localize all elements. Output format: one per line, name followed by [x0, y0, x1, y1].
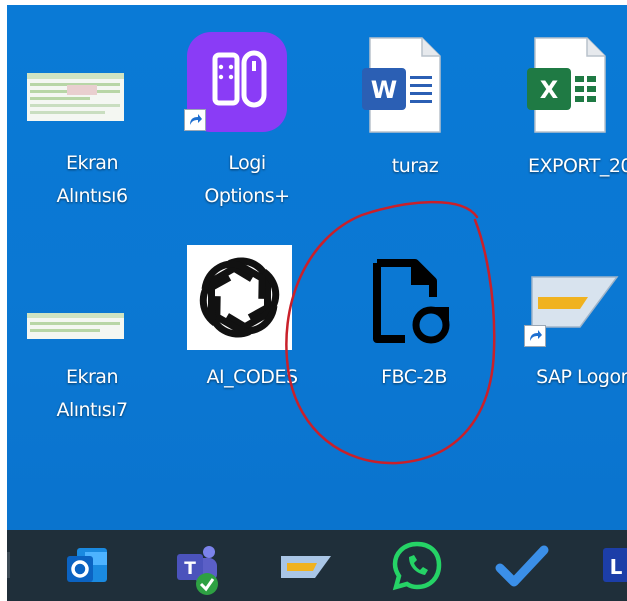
svg-text:T: T [184, 559, 196, 579]
taskbar-edge [7, 530, 17, 601]
desktop-icon-label: Ekran Alıntısı6 [56, 152, 128, 207]
taskbar-item-outlook[interactable] [59, 530, 119, 601]
shortcut-arrow-icon [184, 109, 206, 131]
desktop-icon-export[interactable]: X EXPORT_20 [515, 30, 627, 240]
excel-document-icon: X [527, 37, 606, 133]
taskbar-item-whatsapp[interactable] [387, 530, 447, 601]
taskbar-item-sap[interactable] [275, 530, 335, 601]
taskbar-item-lync[interactable]: L [597, 530, 627, 601]
desktop-icon-ai-codes[interactable]: AI_CODES [187, 245, 317, 455]
whatsapp-icon [392, 541, 442, 591]
desktop-icon-label: FBC-2B [381, 366, 447, 388]
desktop-icon-turaz[interactable]: W turaz [350, 30, 480, 240]
outlook-icon [67, 548, 107, 582]
taskbar-item-teams[interactable]: T [167, 530, 227, 601]
desktop[interactable]: Ekran Alıntısı6 Logi Options+ W turaz X … [7, 5, 627, 530]
desktop-icon-label: Ekran Alıntısı7 [56, 366, 128, 421]
desktop-icon-label: turaz [391, 155, 439, 177]
word-document-icon: W [362, 37, 441, 133]
desktop-icon-label: Logi Options+ [204, 152, 290, 207]
todo-icon [495, 545, 549, 587]
desktop-icon-label: EXPORT_20 [527, 155, 627, 177]
taskbar: T L [7, 530, 627, 601]
openai-logo-icon [187, 245, 292, 350]
lync-icon: L [603, 548, 627, 582]
image-thumbnail-icon [27, 313, 124, 339]
desktop-icon-ekran-alintisi6[interactable]: Ekran Alıntısı6 [27, 63, 157, 273]
desktop-icon-ekran-alintisi7[interactable]: Ekran Alıntısı7 [27, 301, 157, 511]
desktop-icon-logi-options[interactable]: Logi Options+ [182, 27, 312, 237]
desktop-icon-label: SAP Logor [536, 366, 627, 388]
desktop-icon-sap-logon[interactable]: SAP Logor [512, 267, 627, 477]
image-thumbnail-icon [27, 73, 124, 121]
shortcut-arrow-icon [524, 325, 546, 347]
svg-text:W: W [371, 76, 397, 104]
teams-icon: T [177, 546, 218, 595]
svg-text:X: X [540, 76, 559, 104]
taskbar-item-todo[interactable] [492, 530, 552, 601]
sap-icon [281, 556, 331, 578]
generic-file-icon [373, 259, 450, 344]
desktop-icon-fbc-2b[interactable]: FBC-2B [349, 245, 479, 455]
windows-screen: Ekran Alıntısı6 Logi Options+ W turaz X … [7, 5, 627, 601]
svg-text:L: L [610, 555, 623, 579]
desktop-icon-label: AI_CODES [206, 366, 298, 388]
